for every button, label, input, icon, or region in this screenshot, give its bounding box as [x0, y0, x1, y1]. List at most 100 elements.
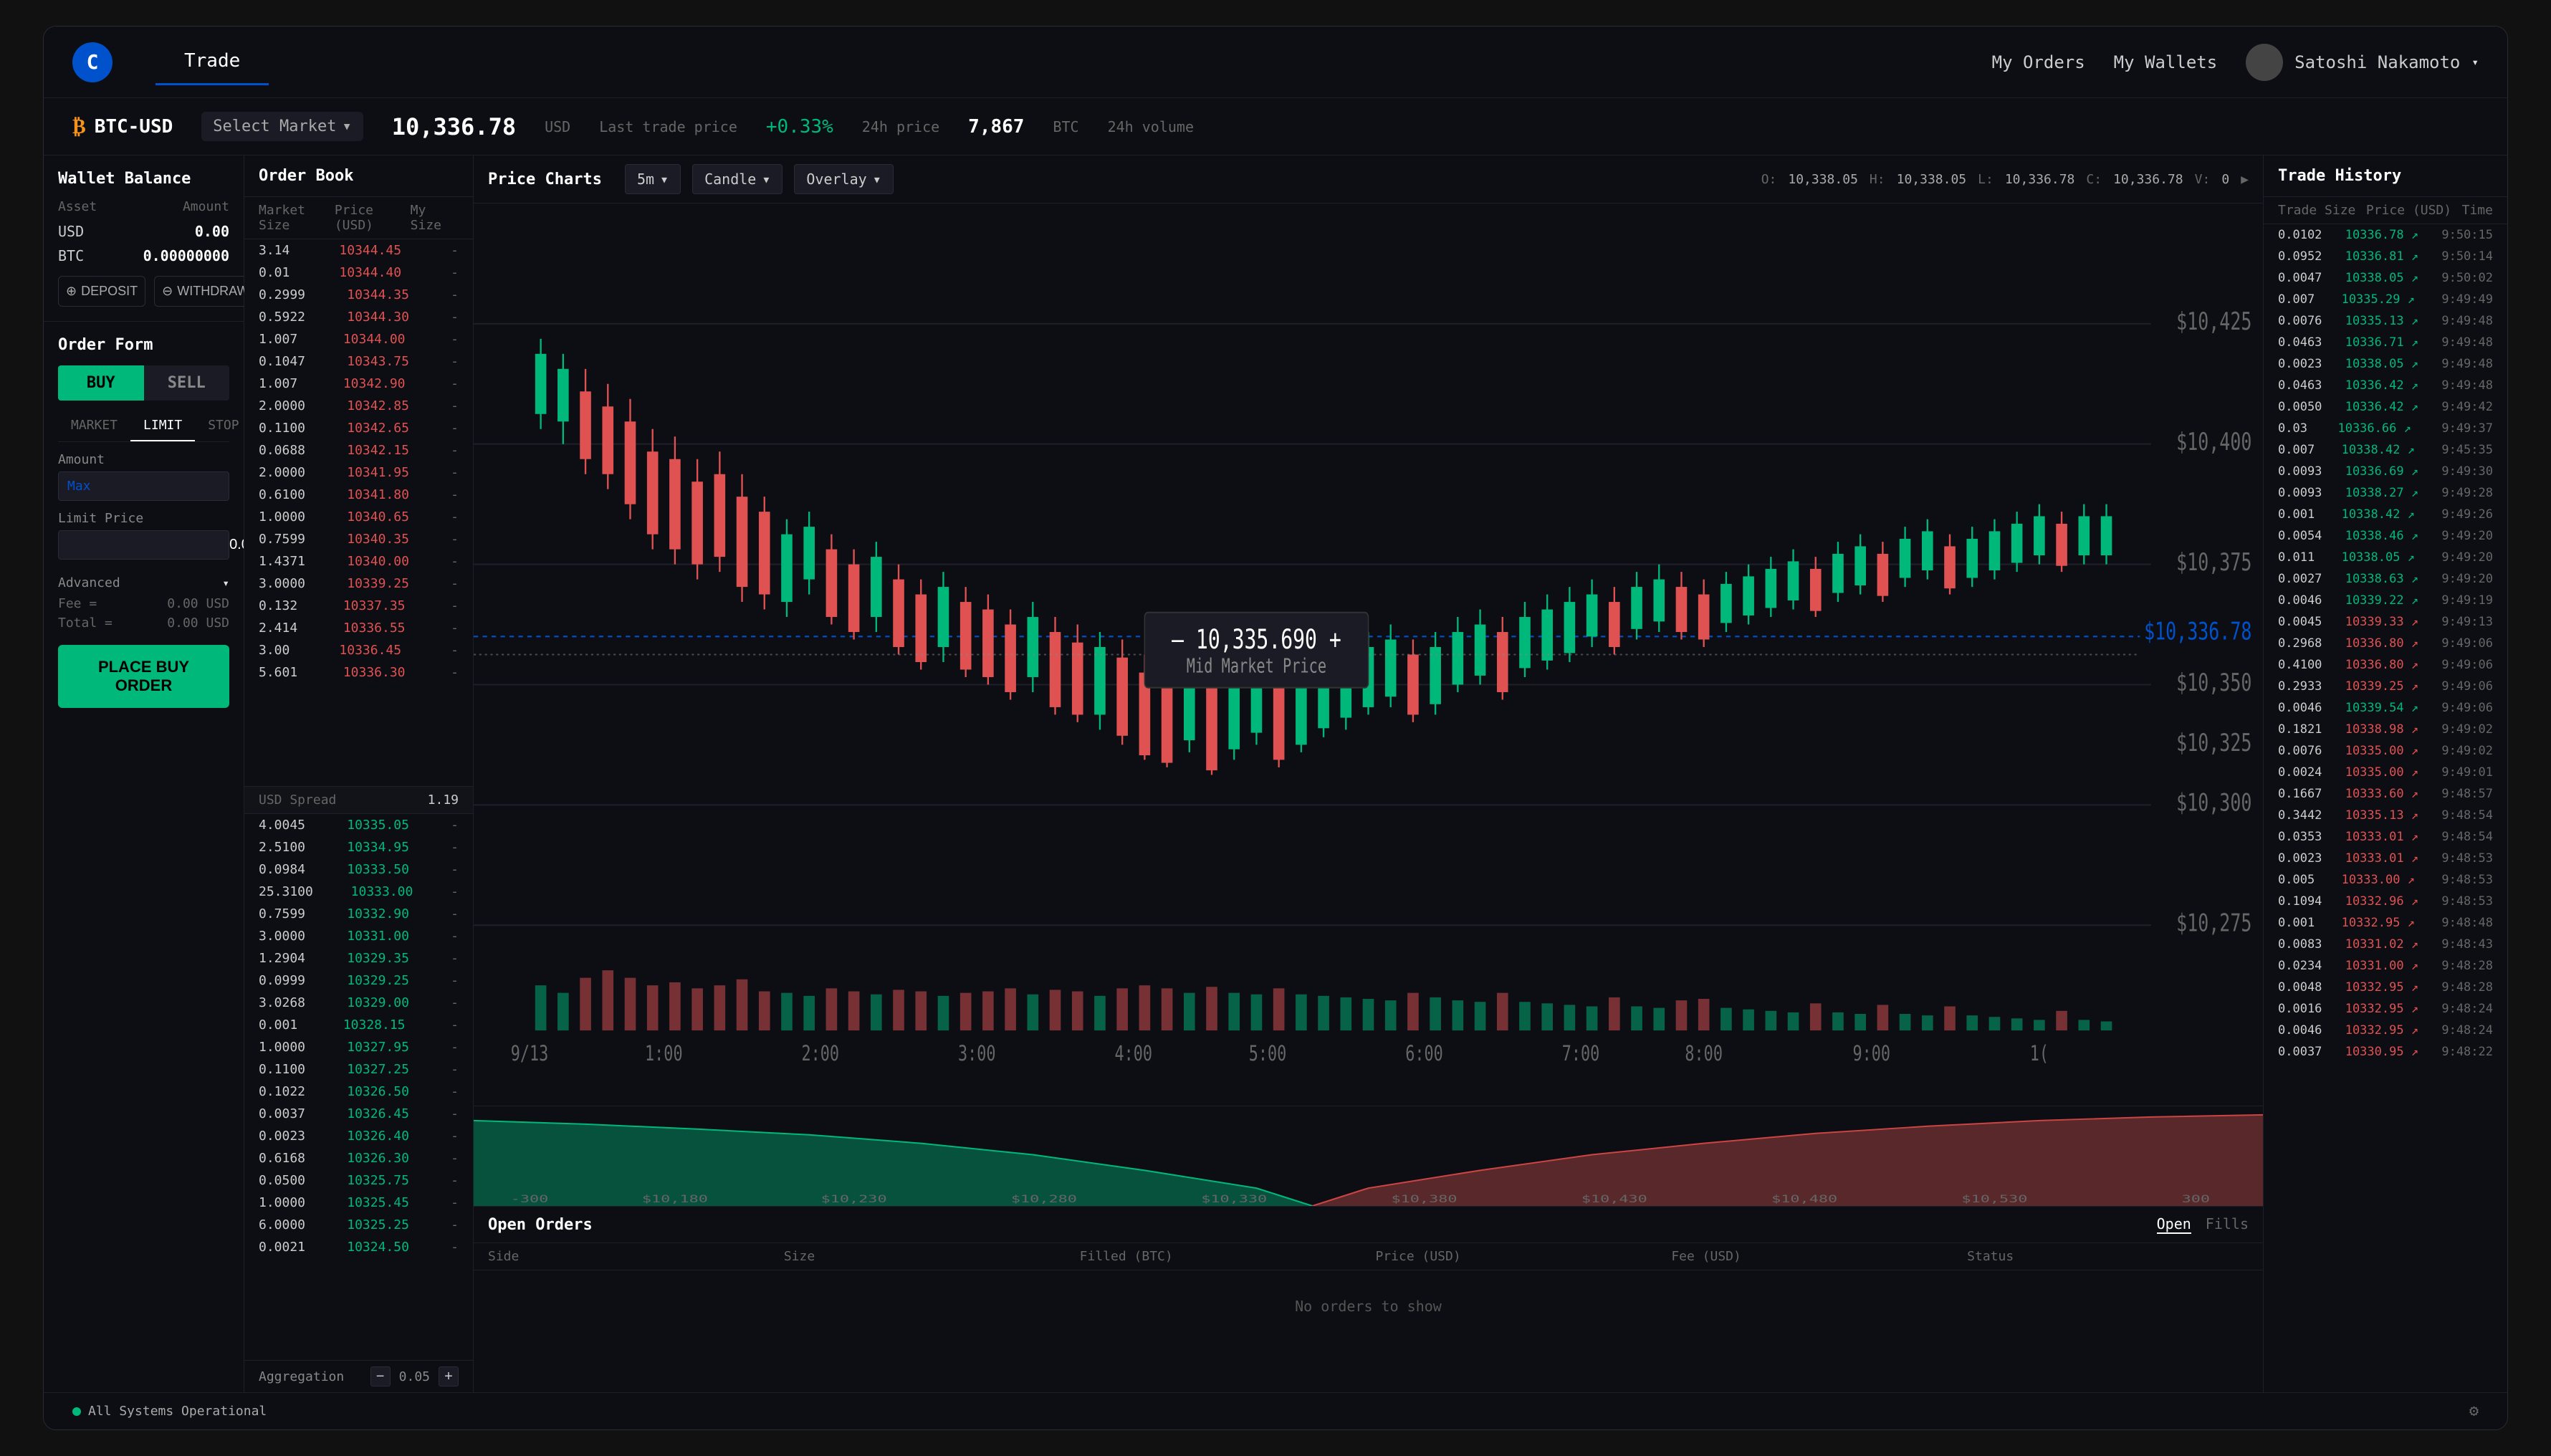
table-row[interactable]: 0.046310336.42 ↗9:49:48: [2264, 375, 2507, 396]
limit-price-input-row[interactable]: USD: [58, 530, 229, 560]
table-row[interactable]: 0.068810342.15-: [244, 439, 473, 461]
tab-market[interactable]: MARKET: [58, 411, 130, 441]
table-row[interactable]: 0.009310338.27 ↗9:49:28: [2264, 482, 2507, 504]
table-row[interactable]: 0.182110338.98 ↗9:49:02: [2264, 719, 2507, 740]
table-row[interactable]: 0.0310336.66 ↗9:49:37: [2264, 418, 2507, 439]
timeframe-selector[interactable]: 5m ▾: [625, 164, 681, 194]
table-row[interactable]: 0.003710330.95 ↗9:48:22: [2264, 1041, 2507, 1063]
table-row[interactable]: 3.1410344.45-: [244, 239, 473, 262]
overlay-selector[interactable]: Overlay ▾: [794, 164, 893, 194]
table-row[interactable]: 3.026810329.00-: [244, 992, 473, 1014]
table-row[interactable]: 0.098410333.50-: [244, 858, 473, 881]
table-row[interactable]: 0.410010336.80 ↗9:49:06: [2264, 654, 2507, 676]
table-row[interactable]: 0.050010325.75-: [244, 1169, 473, 1192]
table-row[interactable]: 0.296810336.80 ↗9:49:06: [2264, 633, 2507, 654]
table-row[interactable]: 0.010210336.78 ↗9:50:15: [2264, 224, 2507, 246]
table-row[interactable]: 0.166710333.60 ↗9:48:57: [2264, 783, 2507, 805]
table-row[interactable]: 0.00110332.95 ↗9:48:48: [2264, 912, 2507, 934]
table-row[interactable]: 2.000010341.95-: [244, 461, 473, 484]
table-row[interactable]: 25.310010333.00-: [244, 881, 473, 903]
table-row[interactable]: 0.110010327.25-: [244, 1058, 473, 1081]
table-row[interactable]: 0.002110324.50-: [244, 1236, 473, 1258]
table-row[interactable]: 0.035310333.01 ↗9:48:54: [2264, 826, 2507, 848]
table-row[interactable]: 0.0110344.40-: [244, 262, 473, 284]
tab-limit[interactable]: LIMIT: [130, 411, 195, 441]
limit-price-input[interactable]: [67, 537, 244, 553]
table-row[interactable]: 1.00710342.90-: [244, 373, 473, 395]
table-row[interactable]: 0.004710338.05 ↗9:50:02: [2264, 267, 2507, 289]
withdraw-button[interactable]: ⊖ WITHDRAW: [154, 276, 257, 307]
table-row[interactable]: 1.00710344.00-: [244, 328, 473, 350]
table-row[interactable]: 4.004510335.05-: [244, 814, 473, 836]
table-row[interactable]: 0.005410338.46 ↗9:49:20: [2264, 525, 2507, 547]
amount-input-row[interactable]: Max BTC: [58, 471, 229, 501]
table-row[interactable]: 2.000010342.85-: [244, 395, 473, 417]
nav-my-wallets[interactable]: My Wallets: [2114, 52, 2218, 72]
advanced-toggle[interactable]: Advanced ▾: [58, 570, 229, 596]
table-row[interactable]: 0.004610332.95 ↗9:48:24: [2264, 1020, 2507, 1041]
table-row[interactable]: 0.299910344.35-: [244, 284, 473, 306]
table-row[interactable]: 1.000010340.65-: [244, 506, 473, 528]
table-row[interactable]: 6.000010325.25-: [244, 1214, 473, 1236]
table-row[interactable]: 5.60110336.30-: [244, 661, 473, 684]
table-row[interactable]: 0.004610339.22 ↗9:49:19: [2264, 590, 2507, 611]
table-row[interactable]: 0.00110328.15-: [244, 1014, 473, 1036]
table-row[interactable]: 0.099910329.25-: [244, 969, 473, 992]
table-row[interactable]: 0.004510339.33 ↗9:49:13: [2264, 611, 2507, 633]
table-row[interactable]: 0.004810332.95 ↗9:48:28: [2264, 977, 2507, 998]
tab-stop[interactable]: STOP: [195, 411, 244, 441]
sell-tab[interactable]: SELL: [144, 365, 230, 401]
table-row[interactable]: 0.293310339.25 ↗9:49:06: [2264, 676, 2507, 697]
nav-my-orders[interactable]: My Orders: [1992, 52, 2085, 72]
table-row[interactable]: 1.000010325.45-: [244, 1192, 473, 1214]
table-row[interactable]: 1.000010327.95-: [244, 1036, 473, 1058]
table-row[interactable]: 0.109410332.96 ↗9:48:53: [2264, 891, 2507, 912]
table-row[interactable]: 0.110010342.65-: [244, 417, 473, 439]
table-row[interactable]: 0.759910332.90-: [244, 903, 473, 925]
table-row[interactable]: 0.00510333.00 ↗9:48:53: [2264, 869, 2507, 891]
table-row[interactable]: 0.102210326.50-: [244, 1081, 473, 1103]
table-row[interactable]: 3.000010331.00-: [244, 925, 473, 947]
table-row[interactable]: 0.759910340.35-: [244, 528, 473, 550]
table-row[interactable]: 0.104710343.75-: [244, 350, 473, 373]
table-row[interactable]: 3.000010339.25-: [244, 573, 473, 595]
table-row[interactable]: 0.00110338.42 ↗9:49:26: [2264, 504, 2507, 525]
chart-type-selector[interactable]: Candle ▾: [692, 164, 782, 194]
table-row[interactable]: 0.005010336.42 ↗9:49:42: [2264, 396, 2507, 418]
table-row[interactable]: 0.009310336.69 ↗9:49:30: [2264, 461, 2507, 482]
table-row[interactable]: 1.290410329.35-: [244, 947, 473, 969]
buy-tab[interactable]: BUY: [58, 365, 144, 401]
tab-open[interactable]: Open: [2157, 1215, 2191, 1234]
table-row[interactable]: 0.001610332.95 ↗9:48:24: [2264, 998, 2507, 1020]
table-row[interactable]: 0.046310336.71 ↗9:49:48: [2264, 332, 2507, 353]
table-row[interactable]: 0.002710338.63 ↗9:49:20: [2264, 568, 2507, 590]
table-row[interactable]: 0.023410331.00 ↗9:48:28: [2264, 955, 2507, 977]
table-row[interactable]: 0.004610339.54 ↗9:49:06: [2264, 697, 2507, 719]
table-row[interactable]: 2.510010334.95-: [244, 836, 473, 858]
table-row[interactable]: 0.01110338.05 ↗9:49:20: [2264, 547, 2507, 568]
table-row[interactable]: 0.008310331.02 ↗9:48:43: [2264, 934, 2507, 955]
table-row[interactable]: 0.344210335.13 ↗9:48:54: [2264, 805, 2507, 826]
max-button[interactable]: Max: [67, 479, 91, 494]
table-row[interactable]: 0.007610335.00 ↗9:49:02: [2264, 740, 2507, 762]
table-row[interactable]: 0.616810326.30-: [244, 1147, 473, 1169]
place-order-button[interactable]: PLACE BUY ORDER: [58, 645, 229, 708]
table-row[interactable]: 0.002310333.01 ↗9:48:53: [2264, 848, 2507, 869]
deposit-button[interactable]: ⊕ DEPOSIT: [58, 276, 145, 307]
candlestick-chart[interactable]: $10,425 $10,400 $10,375 $10,336.78 $10,3…: [474, 203, 2263, 1106]
table-row[interactable]: 0.002310326.40-: [244, 1125, 473, 1147]
table-row[interactable]: 0.592210344.30-: [244, 306, 473, 328]
agg-plus-button[interactable]: +: [439, 1366, 459, 1386]
expand-icon[interactable]: ▶: [2241, 172, 2249, 187]
table-row[interactable]: 0.610010341.80-: [244, 484, 473, 506]
table-row[interactable]: 0.00710338.42 ↗9:45:35: [2264, 439, 2507, 461]
table-row[interactable]: 2.41410336.55-: [244, 617, 473, 639]
amount-input[interactable]: [97, 478, 244, 494]
table-row[interactable]: 0.095210336.81 ↗9:50:14: [2264, 246, 2507, 267]
agg-minus-button[interactable]: −: [370, 1366, 391, 1386]
table-row[interactable]: 1.437110340.00-: [244, 550, 473, 573]
app-logo[interactable]: C: [72, 42, 113, 82]
select-market-dropdown[interactable]: Select Market ▾: [201, 112, 363, 141]
nav-tab-trade[interactable]: Trade: [155, 39, 269, 85]
tab-fills[interactable]: Fills: [2206, 1215, 2249, 1234]
